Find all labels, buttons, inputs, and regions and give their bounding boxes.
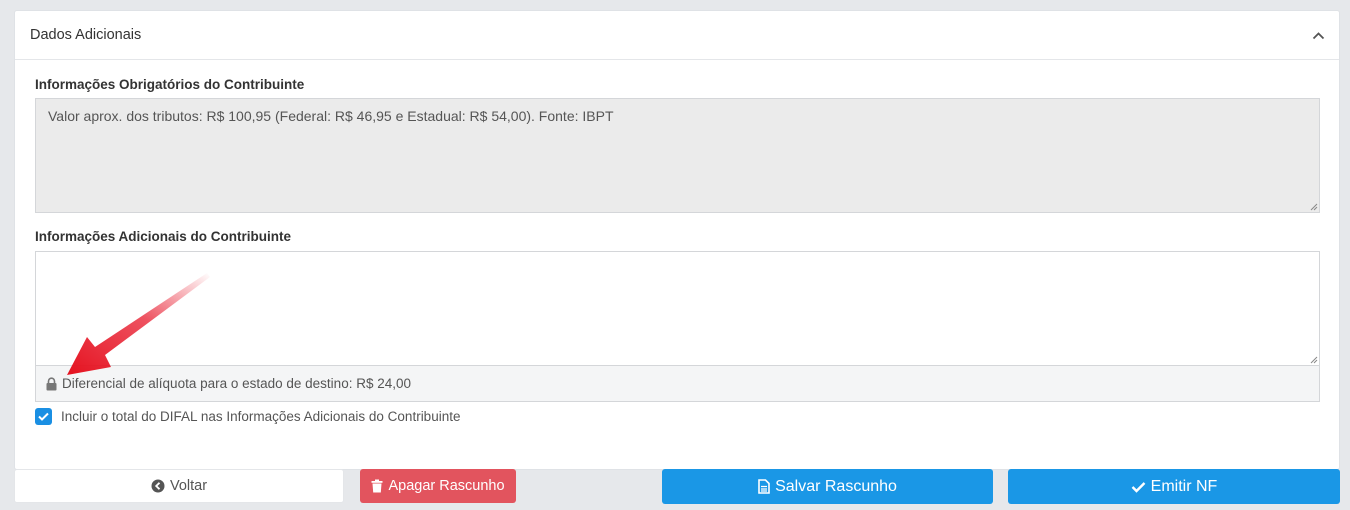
trash-icon <box>371 479 383 493</box>
additional-info-textarea[interactable] <box>35 251 1320 365</box>
emit-nf-label: Emitir NF <box>1150 477 1218 495</box>
include-difal-label: Incluir o total do DIFAL nas Informações… <box>61 408 461 424</box>
back-button[interactable]: Voltar <box>14 469 344 503</box>
file-icon <box>758 479 770 494</box>
mandatory-info-label: Informações Obrigatórios do Contribuinte <box>35 77 305 92</box>
check-icon <box>38 412 49 421</box>
save-draft-label: Salvar Rascunho <box>775 477 897 495</box>
check-icon <box>1131 481 1146 493</box>
panel-header[interactable]: Dados Adicionais <box>15 11 1339 60</box>
additional-data-panel: Dados Adicionais Informações Obrigatório… <box>14 10 1340 470</box>
emit-nf-button[interactable]: Emitir NF <box>1008 469 1340 504</box>
back-label: Voltar <box>169 478 208 494</box>
panel-title: Dados Adicionais <box>30 27 142 43</box>
include-difal-checkbox[interactable] <box>35 407 52 425</box>
mandatory-info-textarea: Valor aprox. dos tributos: R$ 100,95 (Fe… <box>35 98 1320 213</box>
delete-draft-label: Apagar Rascunho <box>388 478 505 494</box>
resize-grip-icon[interactable] <box>1309 355 1318 364</box>
difal-note-text: Diferencial de alíquota para o estado de… <box>62 376 411 391</box>
include-difal-row[interactable]: Incluir o total do DIFAL nas Informações… <box>35 407 460 425</box>
additional-info-label: Informações Adicionais do Contribuinte <box>35 229 292 244</box>
lock-icon <box>46 376 57 390</box>
chevron-up-icon[interactable] <box>1311 28 1325 42</box>
delete-draft-button[interactable]: Apagar Rascunho <box>360 469 516 503</box>
difal-note-addon: Diferencial de alíquota para o estado de… <box>35 365 1320 402</box>
arrow-circle-left-icon <box>151 479 165 493</box>
save-draft-button[interactable]: Salvar Rascunho <box>662 469 993 504</box>
mandatory-info-text: Valor aprox. dos tributos: R$ 100,95 (Fe… <box>48 108 614 124</box>
resize-grip-icon[interactable] <box>1309 202 1318 211</box>
